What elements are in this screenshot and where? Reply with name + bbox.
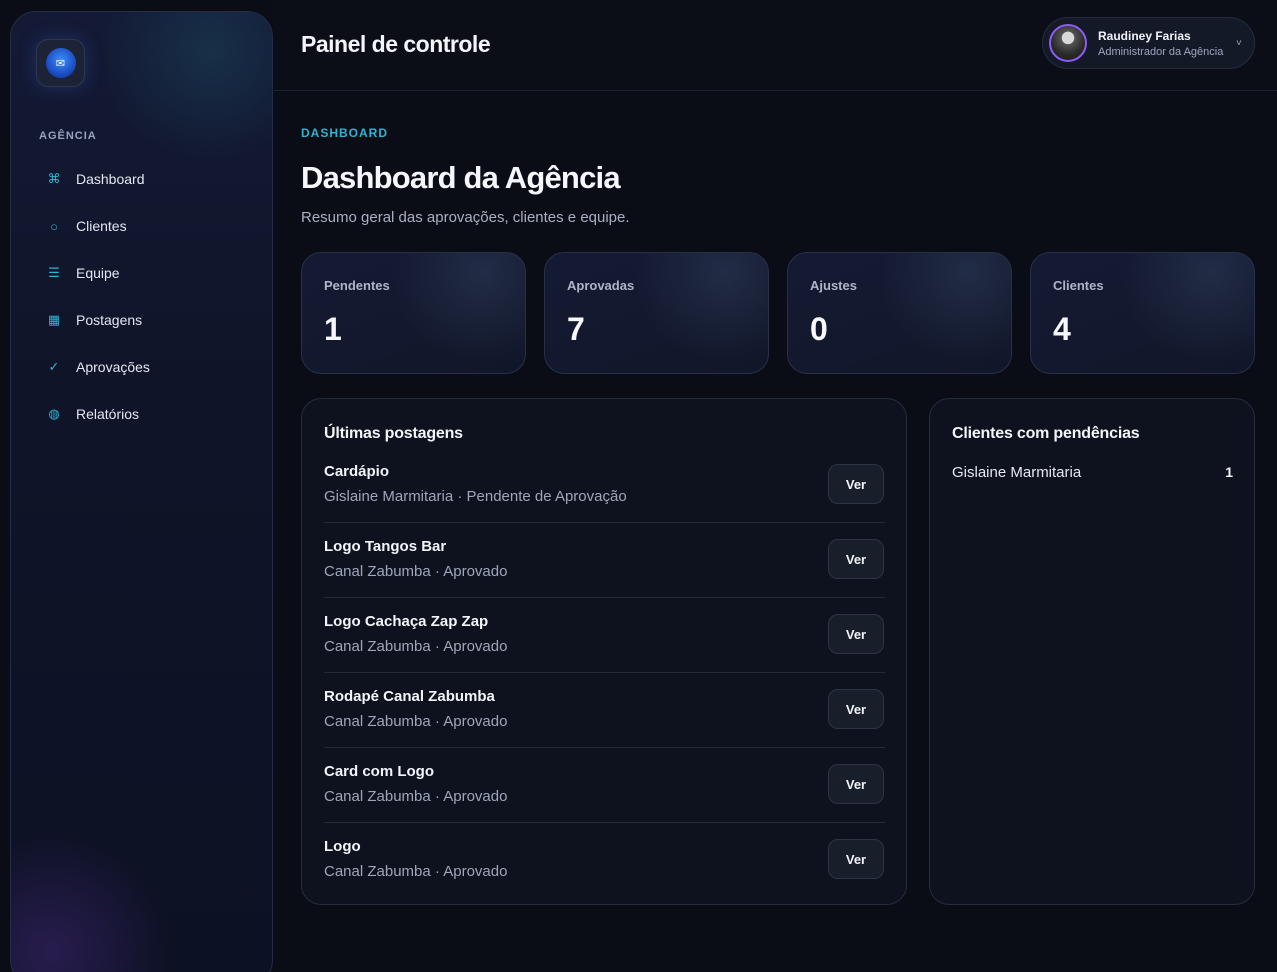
sidebar-item-aprovacoes[interactable]: ✓ Aprovações [33, 348, 253, 386]
post-meta: Canal Zabumba · Aprovado [324, 638, 508, 655]
stat-value: 4 [1053, 311, 1071, 347]
stat-value: 0 [810, 311, 828, 347]
sidebar-item-label: Dashboard [76, 171, 145, 187]
stat-label: Clientes [1053, 278, 1104, 293]
sidebar-nav: ⌘ Dashboard ○ Clientes ☰ Equipe ▦ Postag… [33, 160, 253, 442]
pending-clients-title: Clientes com pendências [952, 425, 1140, 442]
stat-value: 1 [324, 311, 342, 347]
list-item: Logo Cachaça Zap Zap Canal Zabumba · Apr… [324, 598, 885, 673]
post-title: Logo Tangos Bar [324, 538, 447, 555]
client-name: Gislaine Marmitaria [952, 464, 1082, 481]
sidebar-item-label: Postagens [76, 312, 143, 328]
stat-value: 7 [567, 311, 585, 347]
post-meta: Canal Zabumba · Aprovado [324, 863, 508, 880]
avatar [1049, 24, 1087, 62]
sidebar-item-label: Equipe [76, 265, 120, 281]
sidebar: ✉ AGÊNCIA ⌘ Dashboard ○ Clientes ☰ Equip… [10, 11, 273, 972]
pending-count: 1 [1225, 464, 1233, 480]
post-title: Logo [324, 838, 361, 855]
grid-icon: ▦ [47, 312, 61, 327]
sidebar-item-postagens[interactable]: ▦ Postagens [33, 301, 253, 339]
list-item: Card com Logo Canal Zabumba · Aprovado V… [324, 748, 885, 823]
view-post-button[interactable]: Ver [828, 689, 884, 729]
stat-card-clientes: Clientes 4 [1030, 252, 1255, 374]
sidebar-item-dashboard[interactable]: ⌘ Dashboard [33, 160, 253, 198]
post-meta: Canal Zabumba · Aprovado [324, 713, 508, 730]
stat-label: Pendentes [324, 278, 390, 293]
stat-label: Ajustes [810, 278, 857, 293]
sidebar-item-label: Relatórios [76, 406, 140, 422]
view-post-button[interactable]: Ver [828, 764, 884, 804]
user-role: Administrador da Agência [1098, 46, 1224, 58]
list-item: Logo Canal Zabumba · Aprovado Ver [324, 823, 885, 898]
list-icon: ☰ [48, 265, 60, 280]
sidebar-item-label: Aprovações [76, 359, 150, 375]
circle-icon: ○ [50, 218, 58, 234]
user-menu[interactable]: Raudiney Farias Administrador da Agência… [1042, 17, 1255, 69]
list-item: Logo Tangos Bar Canal Zabumba · Aprovado… [324, 523, 885, 598]
post-title: Card com Logo [324, 763, 435, 780]
post-title: Rodapé Canal Zabumba [324, 688, 495, 705]
sidebar-item-clientes[interactable]: ○ Clientes [33, 207, 253, 245]
page-heading: Painel de controle [301, 31, 491, 57]
view-post-button[interactable]: Ver [828, 839, 884, 879]
page-subtitle: Resumo geral das aprovações, clientes e … [301, 209, 630, 226]
view-post-button[interactable]: Ver [828, 614, 884, 654]
latest-posts-title: Últimas postagens [324, 425, 463, 442]
list-item: Cardápio Gislaine Marmitaria · Pendente … [324, 448, 885, 523]
latest-posts-card: Últimas postagens Cardápio Gislaine Marm… [301, 398, 907, 905]
stat-card-ajustes: Ajustes 0 [787, 252, 1012, 374]
user-name: Raudiney Farias [1098, 29, 1191, 43]
sidebar-item-equipe[interactable]: ☰ Equipe [33, 254, 253, 292]
chevron-down-icon: ˅ [1236, 38, 1242, 49]
post-meta: Gislaine Marmitaria · Pendente de Aprova… [324, 488, 627, 505]
sidebar-section-label: AGÊNCIA [39, 130, 97, 142]
post-title: Cardápio [324, 463, 390, 480]
sidebar-item-relatorios[interactable]: ◍ Relatórios [33, 395, 253, 433]
stat-card-pendentes: Pendentes 1 [301, 252, 526, 374]
list-item[interactable]: Gislaine Marmitaria 1 [952, 462, 1233, 484]
breadcrumb: DASHBOARD [301, 126, 388, 140]
logo-icon: ✉ [45, 48, 76, 78]
view-post-button[interactable]: Ver [828, 539, 884, 579]
pending-clients-card: Clientes com pendências Gislaine Marmita… [929, 398, 1255, 905]
sidebar-item-label: Clientes [76, 218, 127, 234]
check-icon: ✓ [48, 359, 60, 374]
stat-card-aprovadas: Aprovadas 7 [544, 252, 769, 374]
list-item: Rodapé Canal Zabumba Canal Zabumba · Apr… [324, 673, 885, 748]
post-meta: Canal Zabumba · Aprovado [324, 788, 508, 805]
globe-icon: ◍ [48, 406, 60, 421]
post-meta: Canal Zabumba · Aprovado [324, 563, 508, 580]
stat-label: Aprovadas [567, 278, 635, 293]
post-title: Logo Cachaça Zap Zap [324, 613, 489, 630]
topbar: Painel de controle Raudiney Farias Admin… [274, 0, 1277, 91]
app-logo[interactable]: ✉ [36, 39, 85, 87]
command-icon: ⌘ [47, 171, 61, 186]
page-title: Dashboard da Agência [301, 160, 621, 195]
view-post-button[interactable]: Ver [828, 464, 884, 504]
